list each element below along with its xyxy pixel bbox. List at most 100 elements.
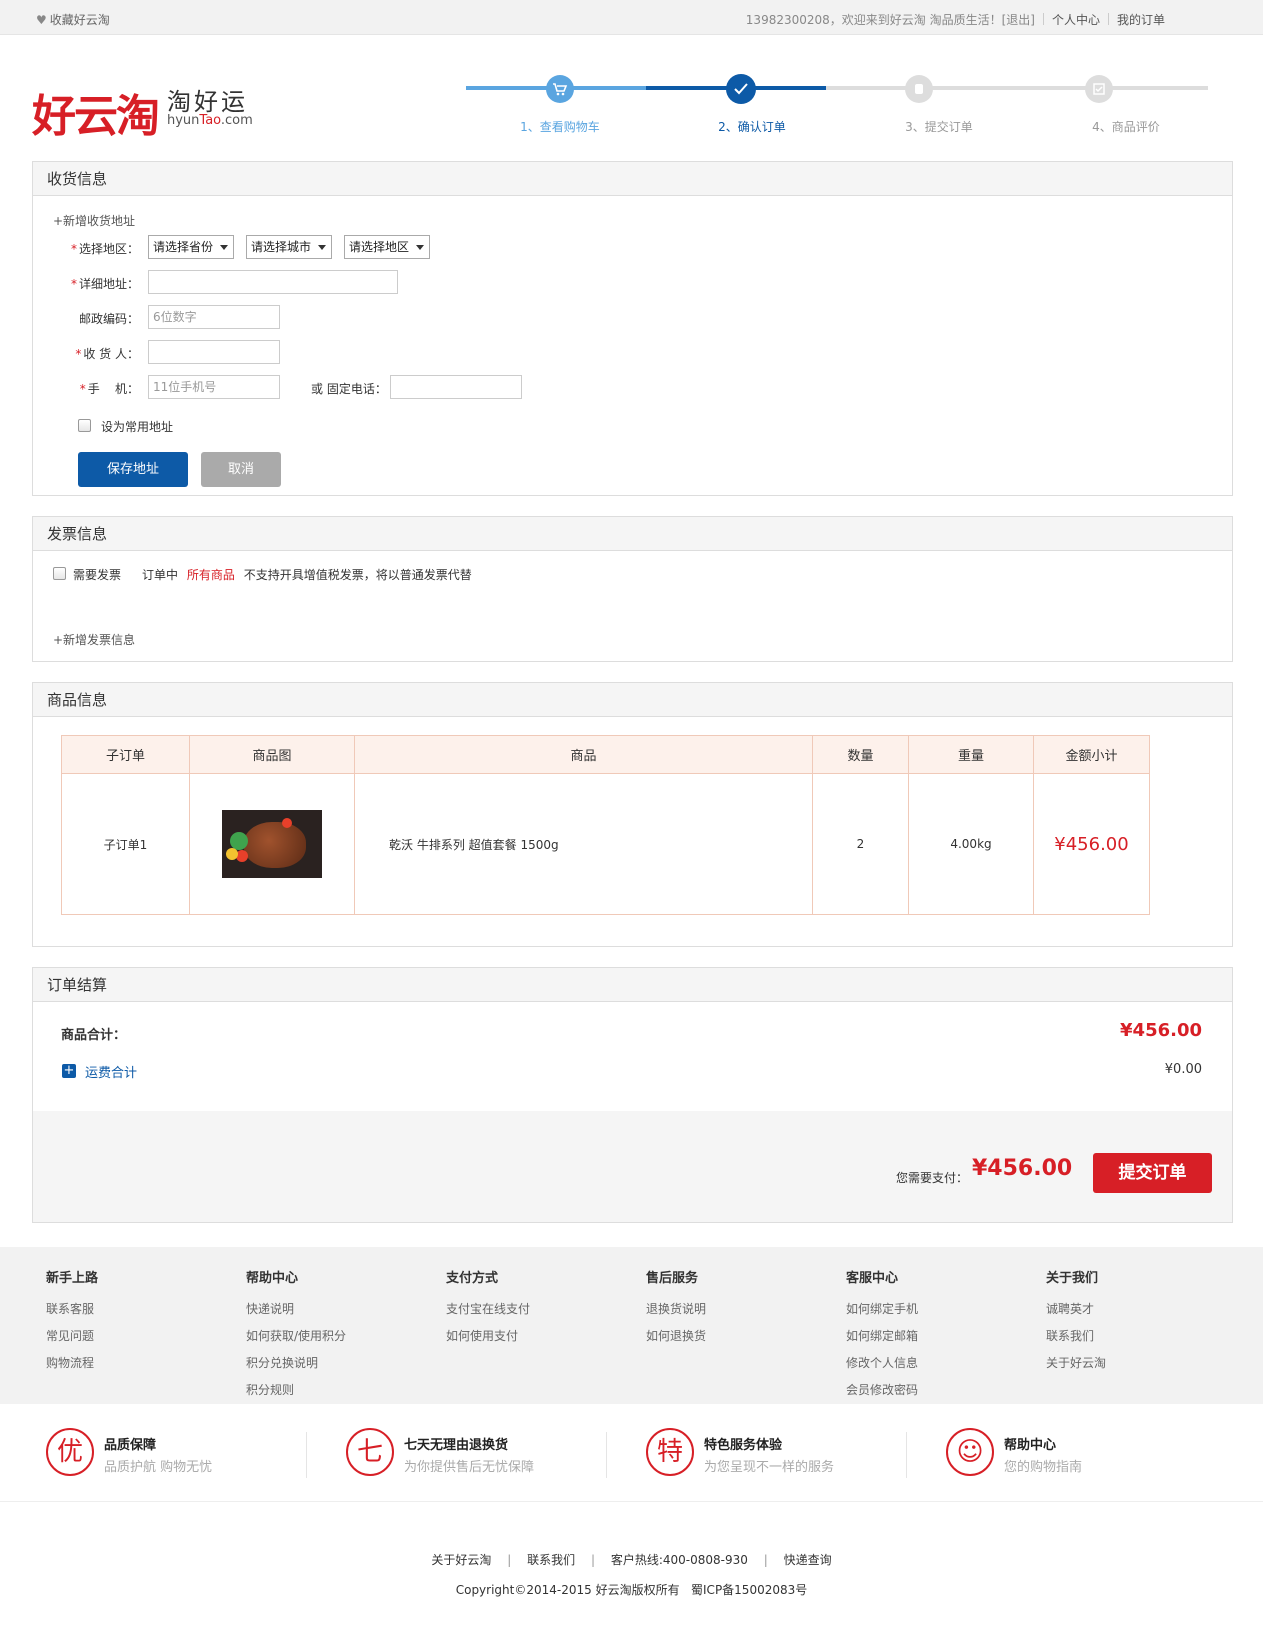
bottom-link[interactable]: 关于好云淘 [431,1553,491,1567]
cancel-button[interactable]: 取消 [201,452,281,487]
footer-col-3: 支付方式 支付宝在线支付 如何使用支付 [446,1271,531,1344]
shipping-value: ¥0.00 [1164,1062,1202,1077]
col-qty: 数量 [812,735,909,774]
save-address-button[interactable]: 保存地址 [78,452,188,487]
receiver-input[interactable] [148,340,280,364]
footer-link[interactable]: 关于好云淘 [1046,1354,1106,1371]
goods-total-value: ¥456.00 [1120,1020,1202,1041]
district-select[interactable]: 请选择地区 [344,235,430,259]
footer-link[interactable]: 退换货说明 [646,1300,706,1317]
step-1-label[interactable]: 1、查看购物车 [500,118,620,135]
goods-total-label: 商品合计： [61,1028,127,1043]
footer-link[interactable]: 积分兑换说明 [246,1354,346,1371]
col-goods: 商品 [354,735,813,774]
footer-divider [0,1501,1263,1502]
qty-cell: 2 [812,773,909,915]
goods-table: 子订单 商品图 商品 数量 重量 金额小计 子订单1 乾沃 牛排系列 超值套餐 … [61,735,1150,915]
footer-col-2: 帮助中心 快递说明 如何获取/使用积分 积分兑换说明 积分规则 [246,1271,347,1398]
footer-link[interactable]: 如何退换货 [646,1327,706,1344]
region-label: * 选择地区： [70,242,139,256]
step-line-3 [826,86,1208,90]
province-select[interactable]: 请选择省份 [148,235,234,259]
footer-link[interactable]: 联系客服 [46,1300,98,1317]
footer-link[interactable]: 购物流程 [46,1354,98,1371]
address-panel-title: 收货信息 [33,162,1232,196]
default-address-checkbox[interactable] [78,419,91,432]
product-image[interactable] [222,810,322,878]
city-select[interactable]: 请选择城市 [246,235,332,259]
footer-link[interactable]: 支付宝在线支付 [446,1300,530,1317]
footer-col-4: 售后服务 退换货说明 如何退换货 [646,1271,707,1344]
col-amount: 金额小计 [1033,735,1150,774]
need-invoice-checkbox[interactable] [53,567,66,580]
col-image: 商品图 [189,735,355,774]
step-3-label: 3、提交订单 [905,120,973,134]
footer-link[interactable]: 会员修改密码 [846,1381,918,1398]
summary-panel: 订单结算 商品合计： ¥456.00 + 运费合计 ¥0.00 您需要支付： ¥… [32,967,1233,1223]
table-row: 子订单1 乾沃 牛排系列 超值套餐 1500g 2 4.00kg ¥456.00 [61,773,1150,915]
footer-link[interactable]: 诚聘英才 [1046,1300,1106,1317]
summary-panel-title: 订单结算 [33,968,1232,1002]
footer-link[interactable]: 常见问题 [46,1327,98,1344]
favorite-link[interactable]: ♥ 收藏好云淘 [36,11,110,28]
review-icon [1085,75,1113,103]
step-2-label: 2、确认订单 [718,120,786,134]
my-orders-link[interactable]: 我的订单 [1117,13,1165,27]
pay-bar: 您需要支付： ¥456.00 提交订单 [33,1111,1232,1222]
quality-icon: 优 [46,1428,94,1476]
col-sub-order: 子订单 [61,735,190,774]
footer-link[interactable]: 快递说明 [246,1300,346,1317]
goods-panel: 商品信息 子订单 商品图 商品 数量 重量 金额小计 子订单1 乾沃 牛排系列 … [32,682,1233,947]
copyright: Copyright©2014-2015 好云淘版权所有 蜀ICP备1500208… [455,1583,808,1597]
product-name[interactable]: 乾沃 牛排系列 超值套餐 1500g [354,773,813,915]
footer-link[interactable]: 积分规则 [246,1381,346,1398]
footer-link[interactable]: 联系我们 [1046,1327,1106,1344]
sub-order-cell: 子订单1 [61,773,190,915]
shipping-label[interactable]: 运费合计 [85,1062,137,1081]
invoice-panel: 发票信息 需要发票 订单中 所有商品 不支持开具增值税发票，将以普通发票代替 +… [32,516,1233,662]
col-weight: 重量 [908,735,1034,774]
bottom-link[interactable]: 客户热线:400-0808-930 [611,1553,748,1567]
footer-link[interactable]: 如何获取/使用积分 [246,1327,346,1344]
goods-panel-title: 商品信息 [33,683,1232,717]
zip-label: 邮政编码： [78,312,139,326]
footer-link[interactable]: 修改个人信息 [846,1354,918,1371]
cart-icon [546,75,574,103]
seven-days-icon: 七 [346,1428,394,1476]
logo[interactable]: 好云淘 [32,80,160,144]
footer-link[interactable]: 如何绑定邮箱 [846,1327,918,1344]
pay-amount: ¥456.00 [972,1156,1073,1181]
welcome-text[interactable]: 13982300208，欢迎来到好云淘 淘品质生活！[退出] [746,13,1035,27]
bottom-link[interactable]: 联系我们 [527,1553,575,1567]
add-invoice-link[interactable]: +新增发票信息 [53,631,135,648]
detail-address-label: * 详细地址： [70,277,139,291]
heart-icon: ♥ [36,13,47,27]
tel-input[interactable] [390,375,522,399]
footer-link[interactable]: 如何使用支付 [446,1327,530,1344]
footer-col-5: 客服中心 如何绑定手机 如何绑定邮箱 修改个人信息 会员修改密码 [846,1271,919,1398]
add-address-link[interactable]: +新增收货地址 [53,212,135,229]
check-icon [726,74,756,104]
footer-col-6: 关于我们 诚聘英才 联系我们 关于好云淘 [1046,1271,1107,1371]
invoice-note: 订单中 所有商品 不支持开具增值税发票，将以普通发票代替 [142,568,472,582]
expand-shipping-icon[interactable]: + [62,1064,76,1078]
phone-input[interactable] [148,375,280,399]
default-address-label: 设为常用地址 [101,420,174,434]
logo-slogan: 淘好运 [167,88,248,116]
bottom-links: 关于好云淘 | 联系我们 | 客户热线:400-0808-930 | 快递查询 [431,1553,832,1567]
footer-link[interactable]: 如何绑定手机 [846,1300,918,1317]
address-panel: 收货信息 +新增收货地址 * 选择地区： 请选择省份 请选择城市 请选择地区 * 详… [32,161,1233,496]
step-4-label: 4、商品评价 [1092,120,1160,134]
footer-col-1: 新手上路 联系客服 常见问题 购物流程 [46,1271,99,1371]
user-center-link[interactable]: 个人中心 [1052,13,1100,27]
bottom-link[interactable]: 快递查询 [784,1553,832,1567]
submit-order-button[interactable]: 提交订单 [1093,1153,1212,1193]
zip-input[interactable] [148,305,280,329]
detail-address-input[interactable] [148,270,398,294]
need-invoice-label: 需要发票 [73,568,122,582]
invoice-panel-title: 发票信息 [33,517,1232,551]
order-icon [905,75,933,103]
user-nav: 13982300208，欢迎来到好云淘 淘品质生活！[退出] 个人中心 我的订单 [746,11,1165,28]
phone-label: * 手 机： [79,382,139,396]
amount-cell: ¥456.00 [1033,773,1150,915]
